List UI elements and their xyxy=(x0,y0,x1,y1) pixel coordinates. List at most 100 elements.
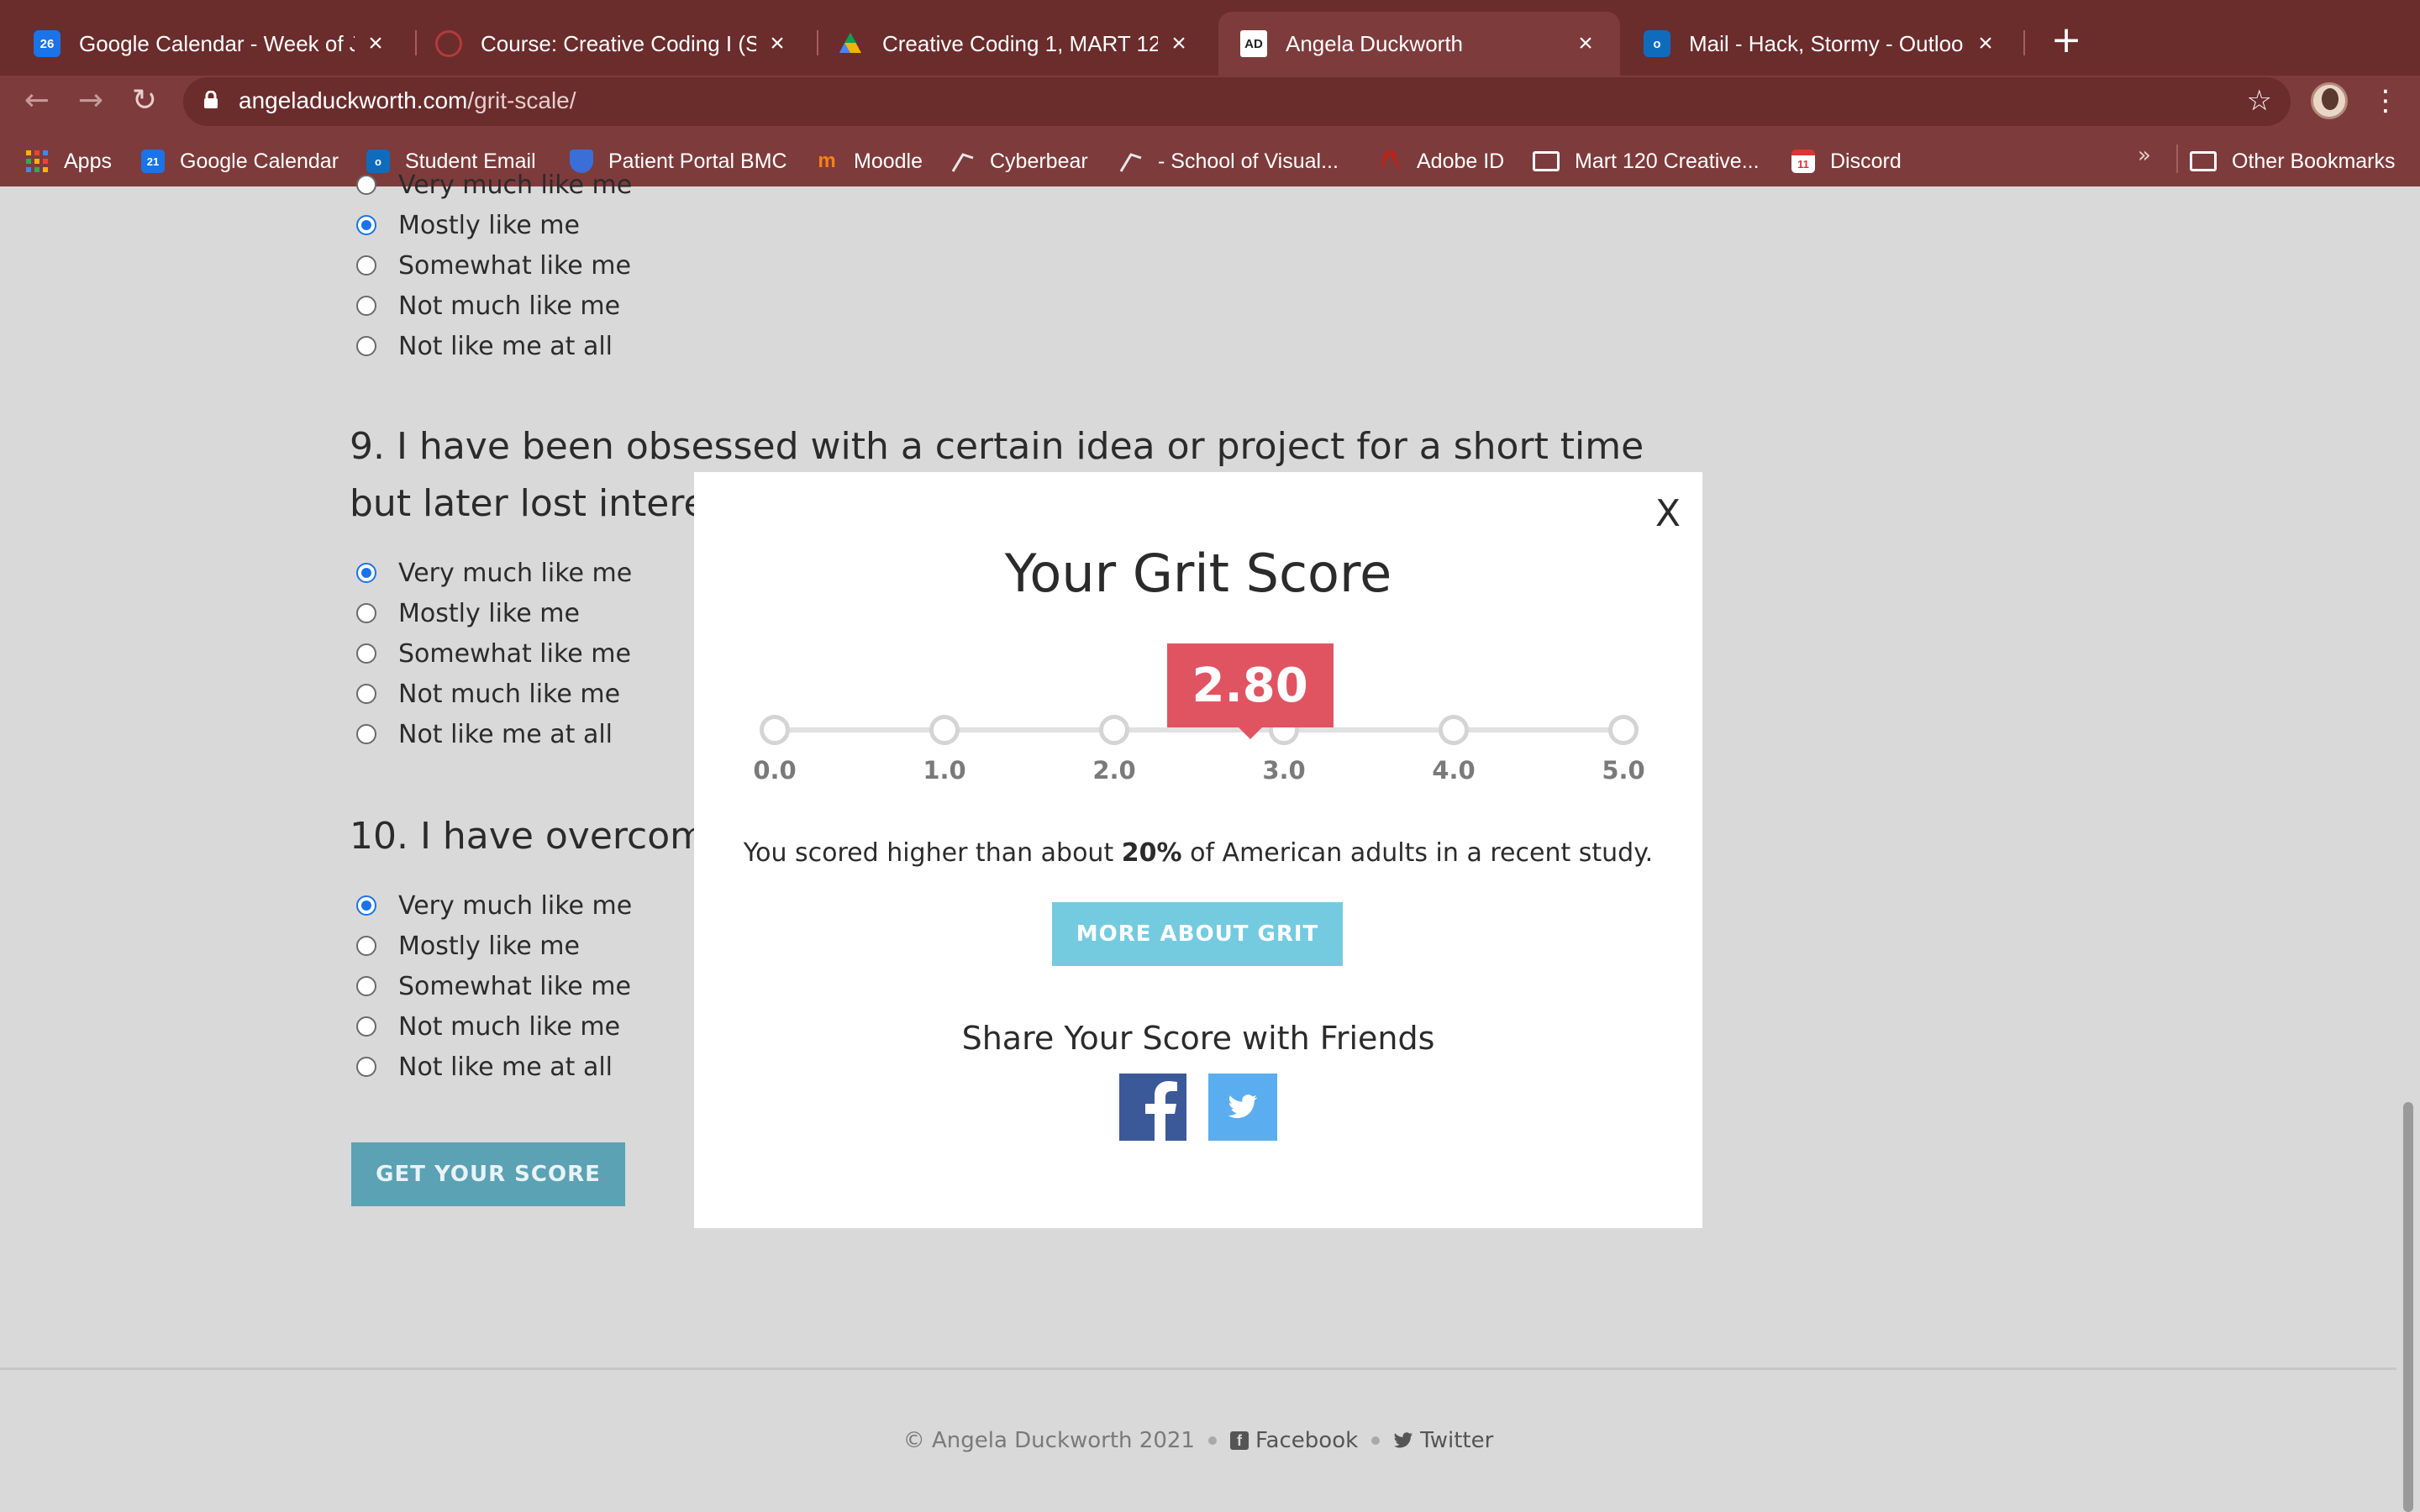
bookmark-apps[interactable]: Apps xyxy=(25,144,112,178)
close-tab-icon[interactable]: × xyxy=(765,31,790,56)
q10-option-mostly[interactable]: Mostly like me xyxy=(356,929,580,963)
moodle-icon: m xyxy=(818,150,836,172)
radio-button[interactable] xyxy=(356,1016,376,1037)
bookmark-star-icon[interactable]: ☆ xyxy=(2247,84,2272,118)
back-button[interactable]: ← xyxy=(17,81,57,121)
reload-button[interactable]: ↻ xyxy=(124,81,165,121)
facebook-share-button[interactable] xyxy=(1119,1074,1186,1141)
bookmark-discord[interactable]: 11 Discord xyxy=(1791,144,1902,178)
tab-google-calendar[interactable]: 26 Google Calendar - Week of Jar × xyxy=(12,12,410,76)
radio-button[interactable] xyxy=(356,895,376,916)
radio-button[interactable] xyxy=(356,563,376,583)
option-label: Somewhat like me xyxy=(398,971,631,1001)
q8-option-very-much[interactable]: Very much like me xyxy=(356,168,632,202)
radio-button[interactable] xyxy=(356,936,376,956)
radio-button[interactable] xyxy=(356,336,376,356)
close-tab-icon[interactable]: × xyxy=(1973,31,1998,56)
address-bar[interactable]: angeladuckworth.com/grit-scale/ ☆ xyxy=(183,77,2291,126)
q9-option-somewhat[interactable]: Somewhat like me xyxy=(356,637,631,670)
bookmark-label: Patient Portal BMC xyxy=(608,149,787,173)
option-label: Very much like me xyxy=(398,170,633,200)
q8-option-mostly[interactable]: Mostly like me xyxy=(356,208,580,242)
link-label: Twitter xyxy=(1420,1428,1494,1453)
q10-option-very-much[interactable]: Very much like me xyxy=(356,889,632,922)
grit-score-modal: X Your Grit Score 0.0 1.0 2.0 3.0 4.0 5.0 2.80… xyxy=(694,472,1702,1228)
tab-creative-coding-mart[interactable]: Creative Coding 1, MART 120 | × xyxy=(815,12,1213,76)
option-label: Mostly like me xyxy=(398,598,580,628)
tab-outlook-mail[interactable]: o Mail - Hack, Stormy - Outlook × xyxy=(1622,12,2020,76)
tab-title: Mail - Hack, Stormy - Outlook xyxy=(1689,30,1965,56)
page-scrollbar-thumb[interactable] xyxy=(2403,1102,2413,1512)
tab-title: Course: Creative Coding I (Sec xyxy=(481,30,756,56)
footer-dot xyxy=(1207,1436,1217,1445)
footer-facebook-link[interactable]: f Facebook xyxy=(1229,1428,1359,1453)
get-your-score-button[interactable]: GET YOUR SCORE xyxy=(351,1142,625,1206)
radio-button[interactable] xyxy=(356,976,376,996)
radio-button[interactable] xyxy=(356,255,376,276)
bookmark-moodle[interactable]: m Moodle xyxy=(815,144,923,178)
google-calendar-icon: 21 xyxy=(141,150,165,173)
scale-node xyxy=(1608,715,1639,745)
radio-button[interactable] xyxy=(356,296,376,316)
q9-option-mostly[interactable]: Mostly like me xyxy=(356,596,580,630)
radio-button[interactable] xyxy=(356,175,376,195)
radio-button[interactable] xyxy=(356,684,376,704)
bookmark-adobe-id[interactable]: Adobe ID xyxy=(1378,144,1504,178)
facebook-icon: f xyxy=(1229,1431,1249,1450)
grit-score-scale: 0.0 1.0 2.0 3.0 4.0 5.0 2.80 xyxy=(753,640,1645,785)
percentile-value: 20% xyxy=(1121,838,1182,868)
footer-twitter-link[interactable]: Twitter xyxy=(1393,1428,1493,1453)
radio-button[interactable] xyxy=(356,1057,376,1077)
tab-title: Angela Duckworth xyxy=(1286,30,1463,56)
close-tab-icon[interactable]: × xyxy=(1573,31,1598,56)
q8-option-not-at-all[interactable]: Not like me at all xyxy=(356,329,613,363)
more-about-grit-button[interactable]: MORE ABOUT GRIT xyxy=(1052,902,1343,966)
q10-option-not-at-all[interactable]: Not like me at all xyxy=(356,1050,613,1084)
q8-option-not-much[interactable]: Not much like me xyxy=(356,289,620,323)
bookmark-mart-120-folder[interactable]: Mart 120 Creative... xyxy=(1533,144,1760,178)
scale-track xyxy=(775,727,1623,732)
forward-button[interactable]: → xyxy=(71,81,111,121)
bookmark-cyberbear[interactable]: Cyberbear xyxy=(951,144,1088,178)
q9-option-very-much[interactable]: Very much like me xyxy=(356,556,632,590)
profile-avatar[interactable] xyxy=(2311,82,2348,119)
twitter-icon xyxy=(1393,1432,1413,1448)
bookmarks-separator xyxy=(2176,144,2178,173)
new-tab-button[interactable]: + xyxy=(2045,20,2087,62)
lock-icon xyxy=(204,91,218,108)
close-tab-icon[interactable]: × xyxy=(363,31,388,56)
outlook-icon: o xyxy=(1644,30,1670,57)
q10-option-not-much[interactable]: Not much like me xyxy=(356,1010,620,1043)
bookmark-school-visual[interactable]: - School of Visual... xyxy=(1119,144,1339,178)
tab-angela-duckworth[interactable]: AD Angela Duckworth × xyxy=(1218,12,1620,76)
footer-divider xyxy=(0,1368,2396,1370)
bookmarks-overflow-chevron[interactable]: » xyxy=(2138,143,2151,168)
option-label: Not like me at all xyxy=(398,1052,613,1082)
radio-button[interactable] xyxy=(356,215,376,235)
other-bookmarks[interactable]: Other Bookmarks xyxy=(2190,144,2396,178)
bookmark-label: Adobe ID xyxy=(1417,149,1505,173)
radio-button[interactable] xyxy=(356,643,376,664)
q9-option-not-at-all[interactable]: Not like me at all xyxy=(356,717,613,751)
bookmark-label: Discord xyxy=(1830,149,1902,173)
percentile-text: You scored higher than about 20% of Amer… xyxy=(694,838,1702,868)
q9-option-not-much[interactable]: Not much like me xyxy=(356,677,620,711)
browser-menu-icon[interactable]: ⋮ xyxy=(2371,82,2400,119)
scale-node xyxy=(929,715,960,745)
q8-option-somewhat[interactable]: Somewhat like me xyxy=(356,249,631,282)
bookmark-google-calendar[interactable]: 21 Google Calendar xyxy=(141,144,339,178)
radio-button[interactable] xyxy=(356,724,376,744)
q10-option-somewhat[interactable]: Somewhat like me xyxy=(356,969,631,1003)
radio-button[interactable] xyxy=(356,603,376,623)
link-label: Facebook xyxy=(1255,1428,1359,1453)
tab-title: Creative Coding 1, MART 120 | xyxy=(882,30,1158,56)
twitter-share-button[interactable] xyxy=(1208,1074,1277,1141)
ad-logo-icon: AD xyxy=(1240,30,1267,57)
footer: © Angela Duckworth 2021 f Facebook Twitte… xyxy=(0,1428,2396,1453)
bookmark-label: Moodle xyxy=(854,149,923,173)
tab-creative-coding-course[interactable]: Course: Creative Coding I (Sec × xyxy=(413,12,812,76)
close-tab-icon[interactable]: × xyxy=(1166,31,1192,56)
option-label: Not like me at all xyxy=(398,719,613,749)
scale-tick-label: 5.0 xyxy=(1602,756,1645,785)
close-modal-button[interactable]: X xyxy=(1655,494,1681,534)
